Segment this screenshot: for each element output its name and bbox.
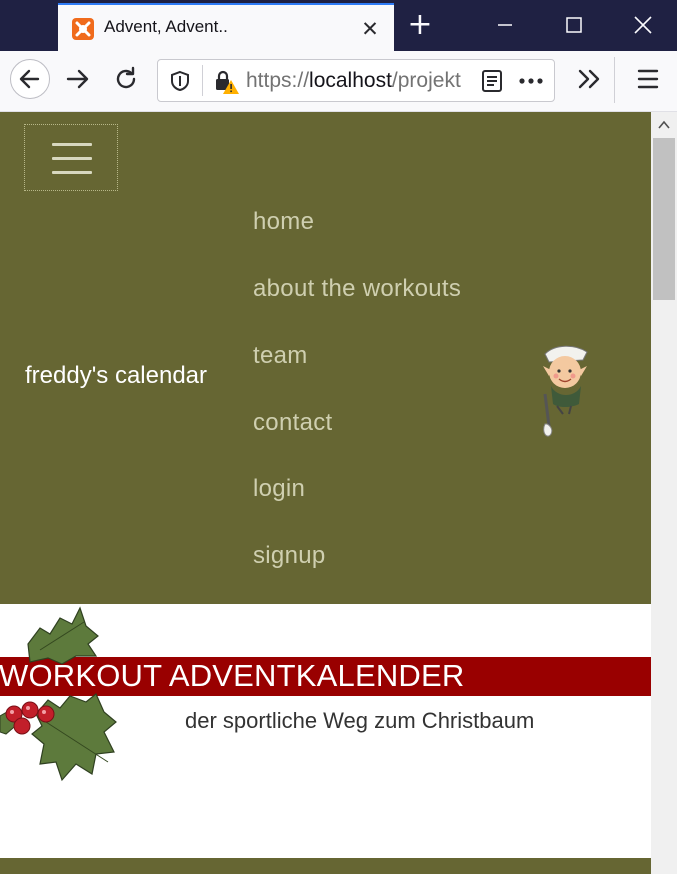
menu-toggle-button[interactable] [24,124,118,191]
app-menu-icon[interactable] [630,61,666,97]
url-host: localhost [309,69,392,92]
address-bar[interactable]: https://localhost/projekt [157,59,555,102]
back-button[interactable] [10,59,50,99]
maximize-icon[interactable] [559,10,589,40]
url-path: /projekt [391,69,461,92]
hamburger-line [52,171,92,174]
nav-link-signup[interactable]: signup [253,542,326,570]
hamburger-line [52,143,92,146]
insecure-lock-warning-icon[interactable] [212,68,240,96]
nav-link-login[interactable]: login [253,475,305,503]
reload-button[interactable] [108,61,144,97]
url-prefix: https:// [246,69,310,92]
tab-close-icon[interactable]: ✕ [358,17,382,41]
reader-view-icon[interactable] [480,69,504,93]
next-section-strip [0,858,651,874]
elf-mascot-image [535,342,601,442]
forward-arrow-icon [66,69,89,89]
toolbar-divider [614,57,615,103]
scrollbar-thumb[interactable] [653,138,675,300]
page-actions-menu-icon[interactable] [516,69,546,93]
nav-link-contact[interactable]: contact [253,409,332,437]
tracking-protection-shield-icon[interactable] [168,69,192,93]
minimize-icon[interactable] [490,10,520,40]
url-text[interactable]: https://localhost/projekt [246,69,468,93]
page-viewport: freddy's calendar home about the workout… [0,112,651,874]
hamburger-line [52,157,92,160]
forward-button[interactable] [60,61,96,97]
back-arrow-icon [19,69,40,89]
hero-section: WORKOUT ADVENTKALENDER der sportliche We… [0,604,651,858]
overflow-chevron-icon[interactable] [571,61,607,97]
nav-link-home[interactable]: home [253,208,314,236]
browser-toolbar: https://localhost/projekt [0,51,677,112]
new-tab-icon[interactable]: + [405,10,435,40]
site-navigation: freddy's calendar home about the workout… [0,112,651,604]
close-window-icon[interactable] [628,10,658,40]
brand-name[interactable]: freddy's calendar [25,362,207,390]
hero-subtitle: der sportliche Weg zum Christbaum [185,708,535,733]
nav-link-team[interactable]: team [253,342,308,370]
xampp-favicon-icon [72,18,94,40]
reload-icon [116,66,136,89]
holly-decoration-image [0,604,130,784]
browser-tab-strip: Advent, Advent.. ✕ + [0,0,677,51]
scroll-up-icon[interactable] [655,116,673,134]
tab-title: Advent, Advent.. [104,17,228,36]
vertical-scrollbar[interactable] [651,112,677,874]
browser-tab-active[interactable]: Advent, Advent.. ✕ [58,3,394,51]
urlbar-divider [202,65,203,96]
nav-link-about-workouts[interactable]: about the workouts [253,275,461,303]
